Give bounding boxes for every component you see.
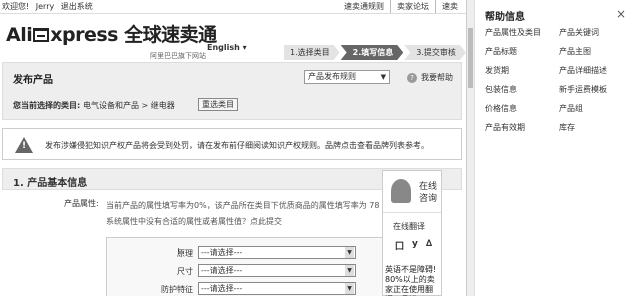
dictionary-icon[interactable]: ∆ xyxy=(426,239,432,252)
aliexpress-link[interactable]: 速卖 xyxy=(435,0,464,13)
attribute-select-value: ---请选择--- xyxy=(201,266,243,275)
chevron-down-icon: ▼ xyxy=(380,73,386,81)
attribute-select[interactable]: ---请选择--- ▼ xyxy=(198,282,356,295)
online-consult-label: 在线咨询 xyxy=(419,182,438,204)
greeting: 欢迎您! Jerry 退出系统 xyxy=(2,0,97,13)
online-translate-label: 在线翻译 xyxy=(393,222,425,231)
aliexpress-logo[interactable]: Ali xpress 全球速卖通 xyxy=(6,20,217,47)
reselect-category-button[interactable]: 重选类目 xyxy=(198,98,238,111)
category-value: 电气设备和产品 > 继电器 xyxy=(83,101,175,110)
greeting-text: 欢迎您! xyxy=(2,2,30,11)
category-label: 您当前选择的类目: xyxy=(13,101,81,110)
sidebar-title: 帮助信息 xyxy=(485,12,525,23)
scrollbar-thumb[interactable] xyxy=(468,28,473,88)
attributes-box: ! 原理 ---请选择--- ▼ 尺寸 ---请选择--- ▼ 防护特征 ---请选… xyxy=(106,237,406,296)
help-link-item[interactable]: 库存 xyxy=(559,122,633,133)
ip-warning: 发布涉嫌侵犯知识产权产品将会受到处罚，请在发布前仔细阅读知识产权规则。品牌点击查… xyxy=(2,128,462,160)
top-bar: 欢迎您! Jerry 退出系统 速卖通规则 卖家论坛 速卖 xyxy=(0,0,472,14)
main-scrollbar[interactable] xyxy=(466,0,474,296)
progress-steps: 1.选择类目 2.填写信息 3.提交审核 xyxy=(284,45,467,60)
attributes-description: 当前产品的属性填写率为0%，该产品所在类目下优质商品的属性填写率为 78 系统属… xyxy=(106,198,386,230)
promo-text: 英语不是障碍! 80%以上的卖家正在使用翻译工具进 xyxy=(385,265,437,296)
attribute-select-value: ---请选择--- xyxy=(201,284,243,293)
header: Ali xpress 全球速卖通 阿里巴巴旗下网站 English ▾ 1.选择类… xyxy=(0,14,472,60)
help-link-item[interactable]: 包装信息 xyxy=(485,84,559,95)
cart-icon xyxy=(33,28,50,42)
rules-select[interactable]: 产品发布规则 ▼ xyxy=(304,70,390,84)
translate-tool-icon[interactable]: 囗 xyxy=(395,239,404,252)
floating-assistant: 在线咨询 在线翻译 囗 y ∆ 英语不是障碍! 80%以上的卖家正在使用翻译工具… xyxy=(382,170,442,296)
user-name: Jerry xyxy=(35,2,55,11)
help-link-item[interactable]: 产品详细描述 xyxy=(559,65,633,76)
step-select-category: 1.选择类目 xyxy=(284,45,340,60)
attribute-label: 尺寸 xyxy=(177,267,193,276)
rules-link[interactable]: 速卖通规则 xyxy=(338,0,390,13)
help-link-item[interactable]: 产品主图 xyxy=(559,46,633,57)
attributes-label: 产品属性: xyxy=(64,199,99,208)
attribute-select[interactable]: ---请选择--- ▼ xyxy=(198,264,356,277)
help-link-item[interactable]: 新手运费模板 xyxy=(559,84,633,95)
step-submit-review: 3.提交审核 xyxy=(404,45,466,60)
logout-link[interactable]: 退出系统 xyxy=(61,2,93,11)
help-link[interactable]: ? 我要帮助 xyxy=(407,72,453,83)
warning-icon xyxy=(15,137,33,153)
help-label: 我要帮助 xyxy=(421,73,453,82)
help-link-item[interactable]: 产品组 xyxy=(559,103,633,114)
language-switch[interactable]: English ▾ xyxy=(207,43,247,52)
attribute-row: ! 原理 ---请选择--- ▼ xyxy=(107,246,407,260)
forum-link[interactable]: 卖家论坛 xyxy=(390,0,435,13)
warning-text: 发布涉嫌侵犯知识产权产品将会受到处罚，请在发布前仔细阅读知识产权规则。品牌点击查… xyxy=(45,141,429,150)
logo-subtitle: 阿里巴巴旗下网站 xyxy=(150,52,206,60)
translate-tools: 囗 y ∆ xyxy=(395,239,432,252)
current-category: 您当前选择的类目: 电气设备和产品 > 继电器 xyxy=(13,100,175,111)
avatar xyxy=(391,179,411,203)
page-title: 发布产品 xyxy=(13,75,53,86)
help-link-item[interactable]: 价格信息 xyxy=(485,103,559,114)
chevron-down-icon: ▼ xyxy=(345,283,354,294)
rules-select-value: 产品发布规则 xyxy=(308,72,356,81)
help-link-item[interactable]: 产品有效期 xyxy=(485,122,559,133)
help-links: 产品属性及类目 产品关键词 产品标题 产品主图 发货期 产品详细描述 包装信息 … xyxy=(485,27,635,133)
help-sidebar: 帮助信息 × 产品属性及类目 产品关键词 产品标题 产品主图 发货期 产品详细描… xyxy=(474,0,640,296)
submit-attribute-link[interactable]: 系统属性中没有合适的属性或者属性值？点此提交 xyxy=(106,214,386,230)
attribute-label: 防护特征 xyxy=(161,285,193,294)
help-link-item[interactable]: 产品标题 xyxy=(485,46,559,57)
question-icon: ? xyxy=(407,72,417,83)
online-consult[interactable]: 在线咨询 xyxy=(383,171,441,213)
attribute-select[interactable]: ---请选择--- ▼ xyxy=(198,246,356,259)
help-link-item[interactable]: 发货期 xyxy=(485,65,559,76)
attribute-select-value: ---请选择--- xyxy=(201,248,243,257)
attribute-row: 防护特征 ---请选择--- ▼ xyxy=(107,282,407,296)
top-links: 速卖通规则 卖家论坛 速卖 xyxy=(338,0,464,13)
fill-rate-text: 当前产品的属性填写率为0%，该产品所在类目下优质商品的属性填写率为 78 xyxy=(106,201,380,210)
help-link-item[interactable]: 产品属性及类目 xyxy=(485,27,559,38)
attribute-label: 原理 xyxy=(177,249,193,258)
step-fill-info: 2.填写信息 xyxy=(341,45,404,60)
yahoo-icon[interactable]: y xyxy=(412,239,418,252)
publish-panel: 发布产品 产品发布规则 ▼ ? 我要帮助 您当前选择的类目: 电气设备和产品 > 继… xyxy=(2,62,462,120)
close-icon[interactable]: × xyxy=(616,7,626,21)
section-title: 1. 产品基本信息 xyxy=(13,178,88,189)
chevron-down-icon: ▼ xyxy=(345,265,354,276)
chevron-down-icon: ▼ xyxy=(345,247,354,258)
help-link-item[interactable]: 产品关键词 xyxy=(559,27,633,38)
attribute-row: 尺寸 ---请选择--- ▼ xyxy=(107,264,407,278)
